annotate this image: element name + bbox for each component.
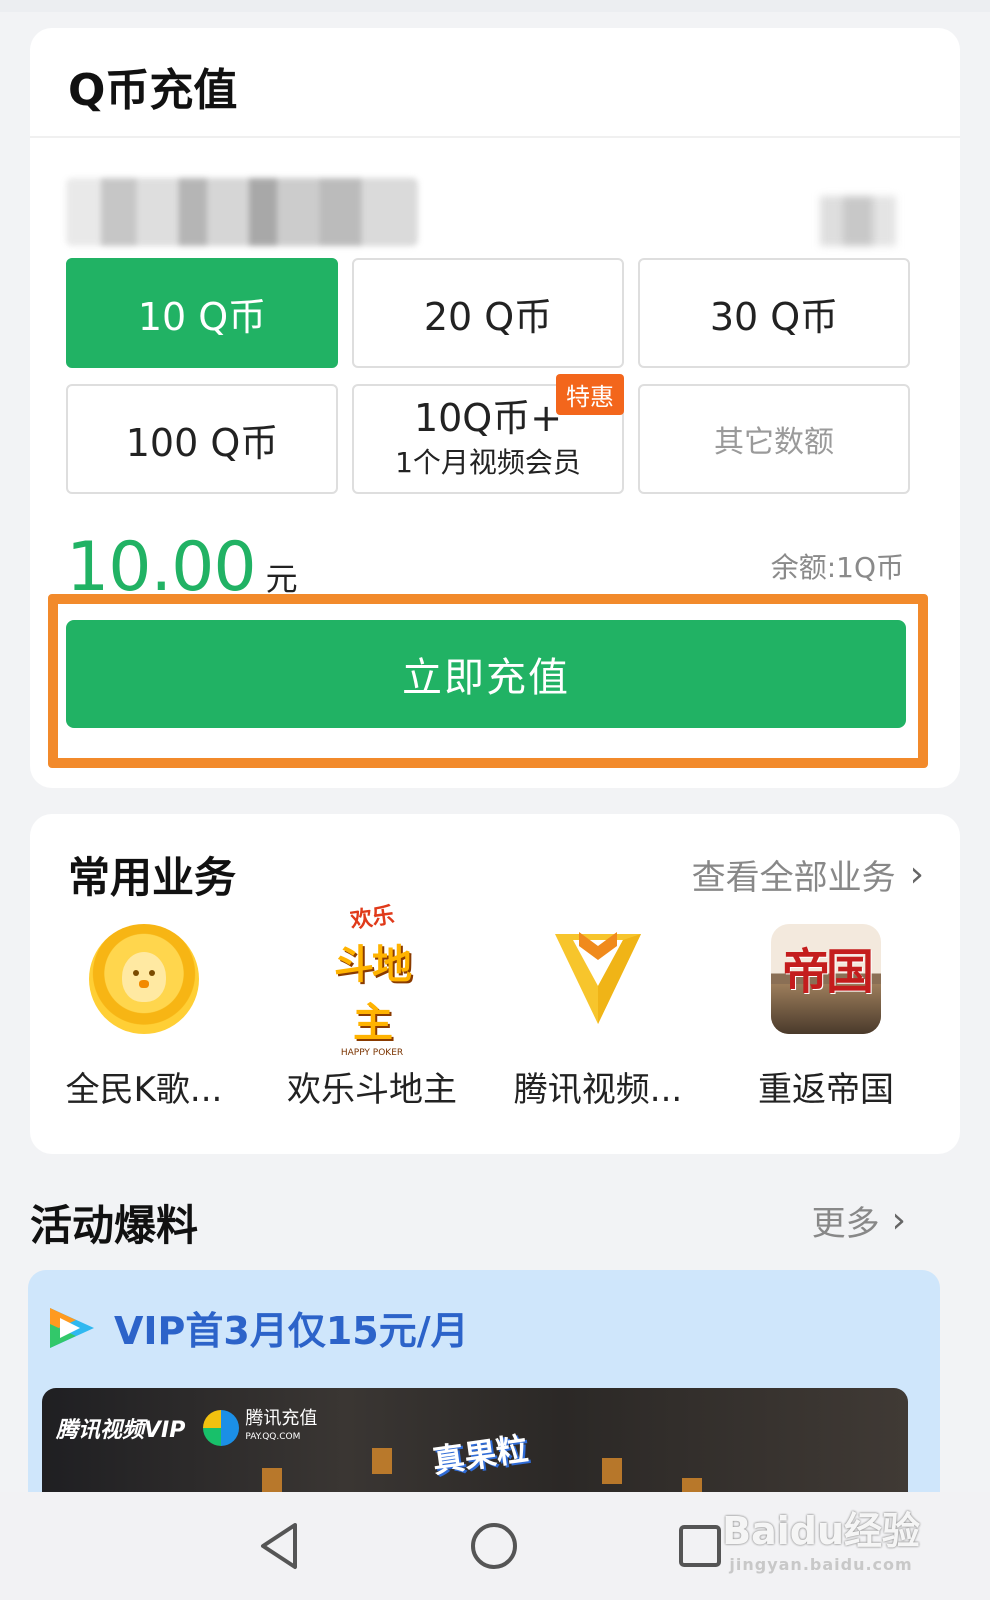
chevron-right-icon: › xyxy=(891,1200,906,1241)
back-icon[interactable] xyxy=(248,1514,312,1578)
bundle-line1: 10Q币+ xyxy=(413,396,563,440)
option-label: 其它数额 xyxy=(714,425,834,460)
view-all-label: 查看全部业务 xyxy=(691,858,896,898)
karaoke-icon xyxy=(89,924,199,1034)
service-label: 腾讯视频... xyxy=(513,1070,683,1110)
promo-title: VIP首3月仅15元/月 xyxy=(114,1309,469,1353)
option-label: 20 Q币 xyxy=(423,294,553,339)
recharge-now-button[interactable]: 立即充值 xyxy=(66,620,906,728)
home-icon[interactable] xyxy=(462,1514,526,1578)
activity-title: 活动爆料 xyxy=(30,1201,199,1250)
special-offer-badge: 特惠 xyxy=(556,374,624,415)
divider xyxy=(30,136,960,138)
empire-icon: 帝国 xyxy=(771,924,881,1034)
service-label: 全民K歌... xyxy=(65,1070,223,1110)
option-other-amount[interactable]: 其它数额 xyxy=(638,384,910,494)
view-all-services-link[interactable]: 查看全部业务 › xyxy=(692,850,924,899)
promo-header: VIP首3月仅15元/月 xyxy=(46,1300,469,1355)
baidu-watermark: Baidu经验 jingyan.baidu.com xyxy=(722,1509,920,1574)
pay-logo-icon xyxy=(203,1410,240,1446)
banner-brand: 腾讯视频VIP 腾讯充值 PAY.QQ.COM xyxy=(56,1410,317,1446)
option-100-qcoin[interactable]: 100 Q币 xyxy=(66,384,338,494)
more-label: 更多 xyxy=(811,1204,880,1244)
option-10-qcoin[interactable]: 10 Q币 xyxy=(66,258,338,368)
account-info-blurred xyxy=(66,178,418,246)
service-happy-poker[interactable]: 欢乐 斗地主 HAPPY POKER 欢乐斗地主 xyxy=(262,903,482,1111)
banner-pay: 腾讯充值 PAY.QQ.COM xyxy=(203,1410,317,1446)
banner-product-text: 真果粒 xyxy=(430,1429,531,1481)
service-tencent-video[interactable]: 腾讯视频... xyxy=(488,924,708,1111)
banner-vip-text: 腾讯视频VIP xyxy=(56,1418,186,1443)
option-qcoin-video-bundle[interactable]: 特惠 10Q币+ 1个月视频会员 xyxy=(352,374,624,494)
option-label: 100 Q币 xyxy=(125,420,279,465)
services-title: 常用业务 xyxy=(68,853,237,902)
promo-card[interactable]: VIP首3月仅15元/月 腾讯视频VIP 腾讯充值 PAY.QQ.COM 真果粒 xyxy=(28,1270,940,1530)
services-card: 常用业务 查看全部业务 › 全民K歌... 欢乐 斗地主 HAPPY POKER… xyxy=(30,814,960,1154)
recharge-card: Q币充值 10 Q币 20 Q币 30 Q币 100 Q币 特惠 10Q币+ 1… xyxy=(30,28,960,788)
option-20-qcoin[interactable]: 20 Q币 xyxy=(352,258,624,368)
tencent-video-play-icon xyxy=(50,1307,94,1348)
service-karaoke[interactable]: 全民K歌... xyxy=(34,924,254,1111)
option-30-qcoin[interactable]: 30 Q币 xyxy=(638,258,910,368)
happy-poker-icon: 欢乐 斗地主 HAPPY POKER xyxy=(334,903,412,1058)
option-label: 10 Q币 xyxy=(137,294,267,339)
account-switch-blurred[interactable] xyxy=(820,196,896,246)
more-link[interactable]: 更多 › xyxy=(812,1196,906,1245)
service-label: 重返帝国 xyxy=(758,1070,894,1110)
page-title: Q币充值 xyxy=(68,65,238,116)
service-label: 欢乐斗地主 xyxy=(287,1070,457,1110)
option-label: 30 Q币 xyxy=(709,294,839,339)
service-empire[interactable]: 帝国 重返帝国 xyxy=(716,924,936,1111)
tencent-video-icon xyxy=(543,924,653,1034)
bundle-line2: 1个月视频会员 xyxy=(395,446,581,479)
top-strip xyxy=(0,0,990,12)
balance-text: 余额:1Q币 xyxy=(770,551,904,584)
chevron-right-icon: › xyxy=(909,854,924,895)
